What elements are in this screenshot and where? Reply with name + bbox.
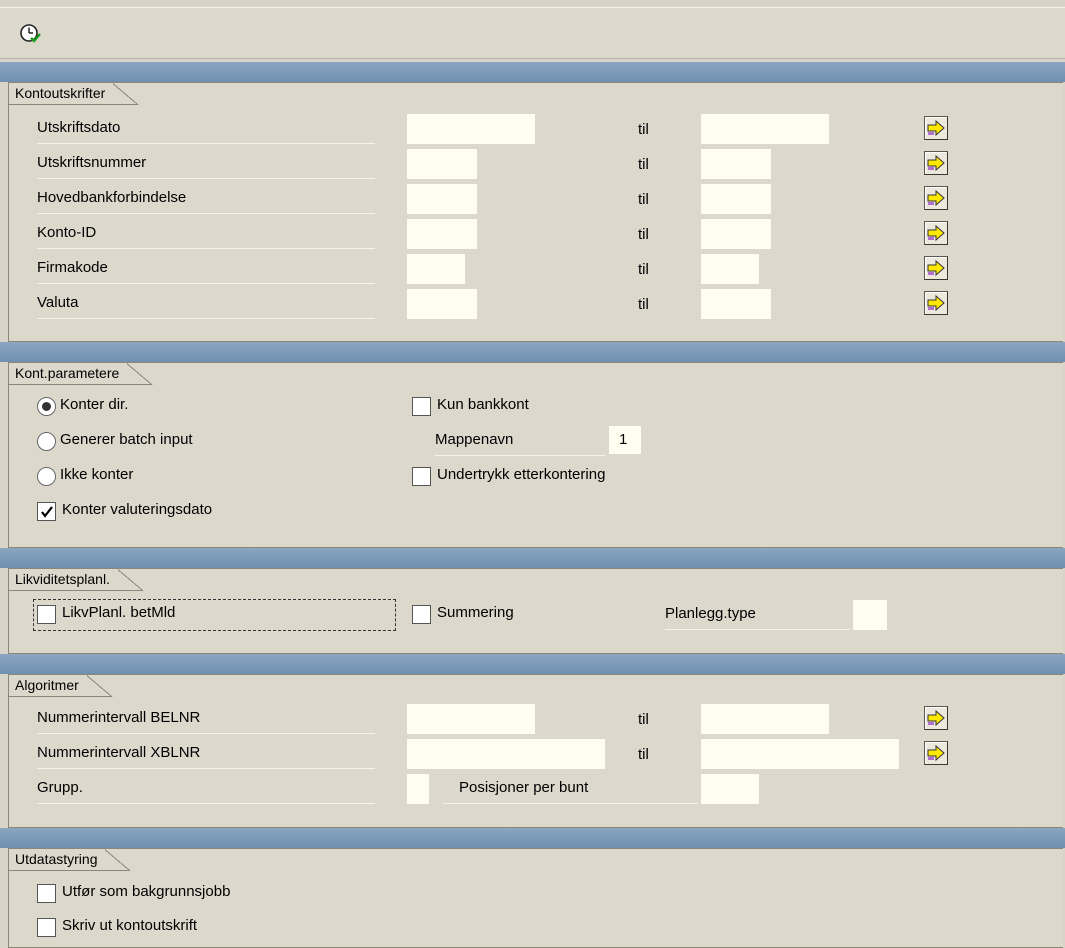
separator-bar — [0, 654, 1065, 674]
til-label: til — [638, 191, 649, 208]
xblnr-multiple-selection-button[interactable] — [924, 741, 948, 765]
range-to-input[interactable] — [701, 114, 829, 144]
separator-bar — [0, 62, 1065, 82]
range-to-input[interactable] — [701, 149, 771, 179]
multiple-selection-button[interactable] — [924, 186, 948, 210]
checkbox-skriv-ut-kontoutskrift[interactable] — [37, 918, 56, 937]
label-utskriftsnummer: Utskriftsnummer — [37, 151, 375, 179]
label-utskriftsdato: Utskriftsdato — [37, 116, 375, 144]
multiple-selection-button[interactable] — [924, 291, 948, 315]
radio-konter-dir[interactable] — [37, 397, 56, 416]
label-hovedbankforbindelse: Hovedbankforbindelse — [37, 186, 375, 214]
checkbox-kun-bankkont[interactable] — [412, 397, 431, 416]
range-from-input[interactable] — [407, 289, 477, 319]
group-title: Kontoutskrifter — [9, 83, 140, 105]
range-to-input[interactable] — [701, 254, 759, 284]
belnr-multiple-selection-button[interactable] — [924, 706, 948, 730]
range-from-input[interactable] — [407, 114, 535, 144]
checkbox-label: Kun bankkont — [437, 396, 529, 413]
group-title: Algoritmer — [9, 675, 113, 697]
radio-ikke-konter[interactable] — [37, 467, 56, 486]
checkbox-summering[interactable] — [412, 605, 431, 624]
radio-label: Ikke konter — [60, 466, 134, 483]
range-from-input[interactable] — [407, 184, 477, 214]
xblnr-to-input[interactable] — [701, 739, 899, 769]
arrow-right-icon — [927, 120, 945, 136]
arrow-right-icon — [927, 190, 945, 206]
checkmark-icon — [40, 505, 53, 518]
multiple-selection-button[interactable] — [924, 151, 948, 175]
range-from-input[interactable] — [407, 219, 477, 249]
til-label: til — [638, 296, 649, 313]
planlegg-type-input[interactable] — [853, 600, 887, 630]
checkbox-label: Utfør som bakgrunnsjobb — [62, 883, 231, 900]
label-valuta: Valuta — [37, 291, 375, 319]
checkbox-label: Konter valuteringsdato — [62, 501, 213, 518]
checkbox-likvplanl-betmld[interactable] — [37, 605, 56, 624]
arrow-right-icon — [927, 745, 945, 761]
range-to-input[interactable] — [701, 219, 771, 249]
grupp-input[interactable] — [407, 774, 429, 804]
til-label: til — [638, 746, 649, 763]
checkbox-konter-valuteringsdato[interactable] — [37, 502, 56, 521]
arrow-right-icon — [927, 225, 945, 241]
checkbox-label: Summering — [437, 604, 514, 621]
arrow-right-icon — [927, 260, 945, 276]
multiple-selection-button[interactable] — [924, 221, 948, 245]
checkbox-label: Skriv ut kontoutskrift — [62, 917, 198, 934]
checkbox-label: Undertrykk etterkontering — [437, 466, 606, 483]
arrow-right-icon — [927, 155, 945, 171]
arrow-right-icon — [927, 295, 945, 311]
label-konto-id: Konto-ID — [37, 221, 375, 249]
range-to-input[interactable] — [701, 289, 771, 319]
execute-clock-icon — [20, 24, 41, 43]
radio-label: Generer batch input — [60, 431, 193, 448]
checkbox-undertrykk-etterkontering[interactable] — [412, 467, 431, 486]
til-label: til — [638, 261, 649, 278]
label-posisjoner-per-bunt: Posisjoner per bunt — [443, 776, 698, 804]
application-toolbar — [0, 7, 1065, 59]
label-mappenavn: Mappenavn — [435, 428, 605, 456]
til-label: til — [638, 226, 649, 243]
group-title: Likviditetsplanl. — [9, 569, 144, 591]
range-from-input[interactable] — [407, 254, 465, 284]
label-planlegg-type: Planlegg.type — [665, 602, 850, 630]
radio-generer-batch[interactable] — [37, 432, 56, 451]
arrow-right-icon — [927, 710, 945, 726]
checkbox-label: LikvPlanl. betMld — [62, 604, 176, 621]
group-title: Kont.parametere — [9, 363, 154, 385]
radio-label: Konter dir. — [60, 396, 129, 413]
range-to-input[interactable] — [701, 184, 771, 214]
checkbox-utfor-bakgrunnsjobb[interactable] — [37, 884, 56, 903]
separator-bar — [0, 828, 1065, 848]
group-title: Utdatastyring — [9, 849, 132, 871]
belnr-to-input[interactable] — [701, 704, 829, 734]
posisjoner-per-bunt-input[interactable] — [701, 774, 759, 804]
mappenavn-field[interactable]: 1 — [609, 426, 641, 454]
label-belnr: Nummerintervall BELNR — [37, 706, 375, 734]
til-label: til — [638, 711, 649, 728]
til-label: til — [638, 156, 649, 173]
label-xblnr: Nummerintervall XBLNR — [37, 741, 375, 769]
execute-button[interactable] — [16, 22, 44, 46]
xblnr-from-input[interactable] — [407, 739, 605, 769]
belnr-from-input[interactable] — [407, 704, 535, 734]
label-firmakode: Firmakode — [37, 256, 375, 284]
multiple-selection-button[interactable] — [924, 256, 948, 280]
label-grupp: Grupp. — [37, 776, 375, 804]
til-label: til — [638, 121, 649, 138]
range-from-input[interactable] — [407, 149, 477, 179]
separator-bar — [0, 548, 1065, 568]
separator-bar — [0, 342, 1065, 362]
multiple-selection-button[interactable] — [924, 116, 948, 140]
